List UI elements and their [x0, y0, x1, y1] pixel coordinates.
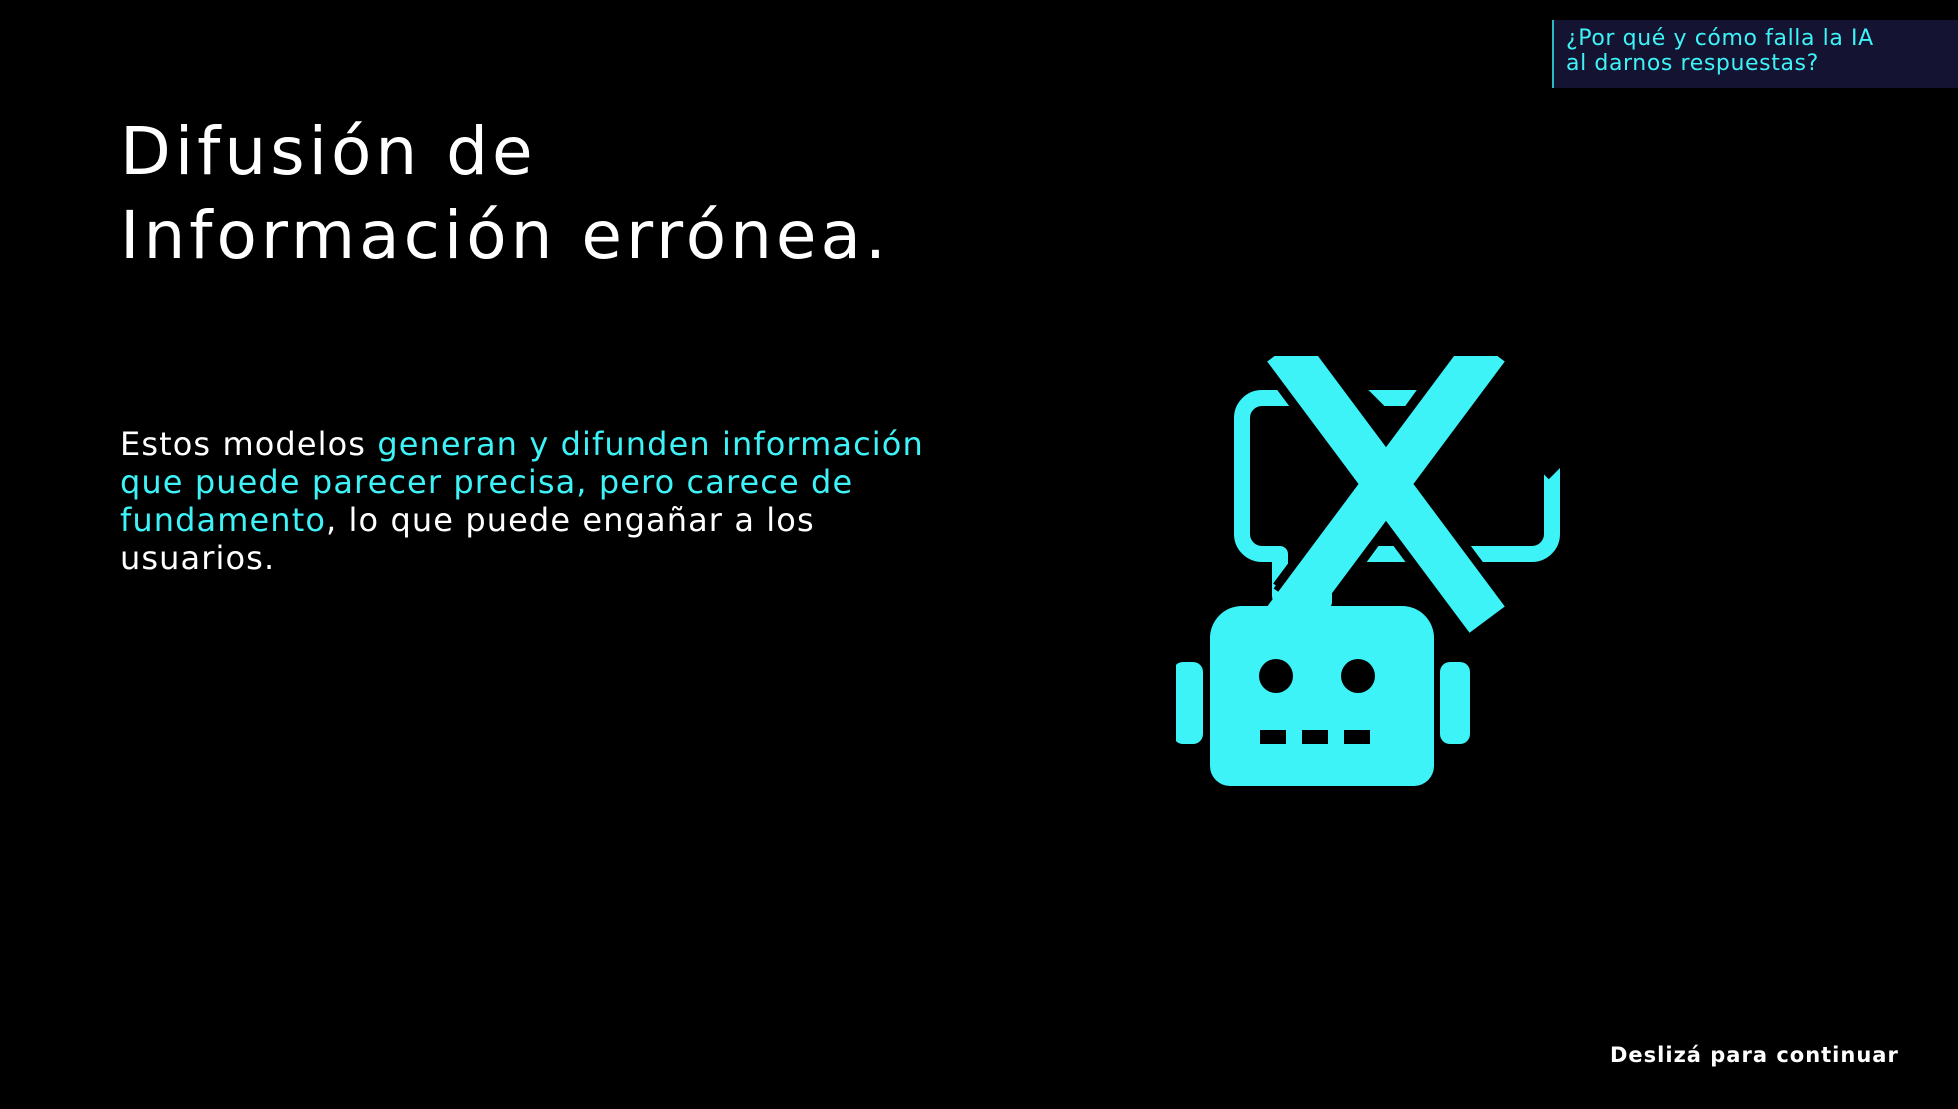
robot-icon [1176, 566, 1470, 786]
swipe-hint: Deslizá para continuar [1610, 1043, 1899, 1067]
slide: ¿Por qué y cómo falla la IA al darnos re… [0, 0, 1958, 1109]
topic-tag: ¿Por qué y cómo falla la IA al darnos re… [1552, 20, 1958, 88]
slide-title-line-1: Difusión de [120, 113, 537, 190]
robot-misinformation-illustration [1176, 356, 1592, 786]
slide-title: Difusión de Información errónea. [120, 110, 890, 278]
topic-tag-line-1: ¿Por qué y cómo falla la IA [1566, 26, 1874, 51]
body-paragraph: Estos modelos generan y difunden informa… [120, 425, 980, 577]
slide-title-line-2: Información errónea. [120, 197, 890, 274]
body-text-start: Estos modelos [120, 425, 378, 463]
topic-tag-line-2: al darnos respuestas? [1566, 51, 1819, 76]
